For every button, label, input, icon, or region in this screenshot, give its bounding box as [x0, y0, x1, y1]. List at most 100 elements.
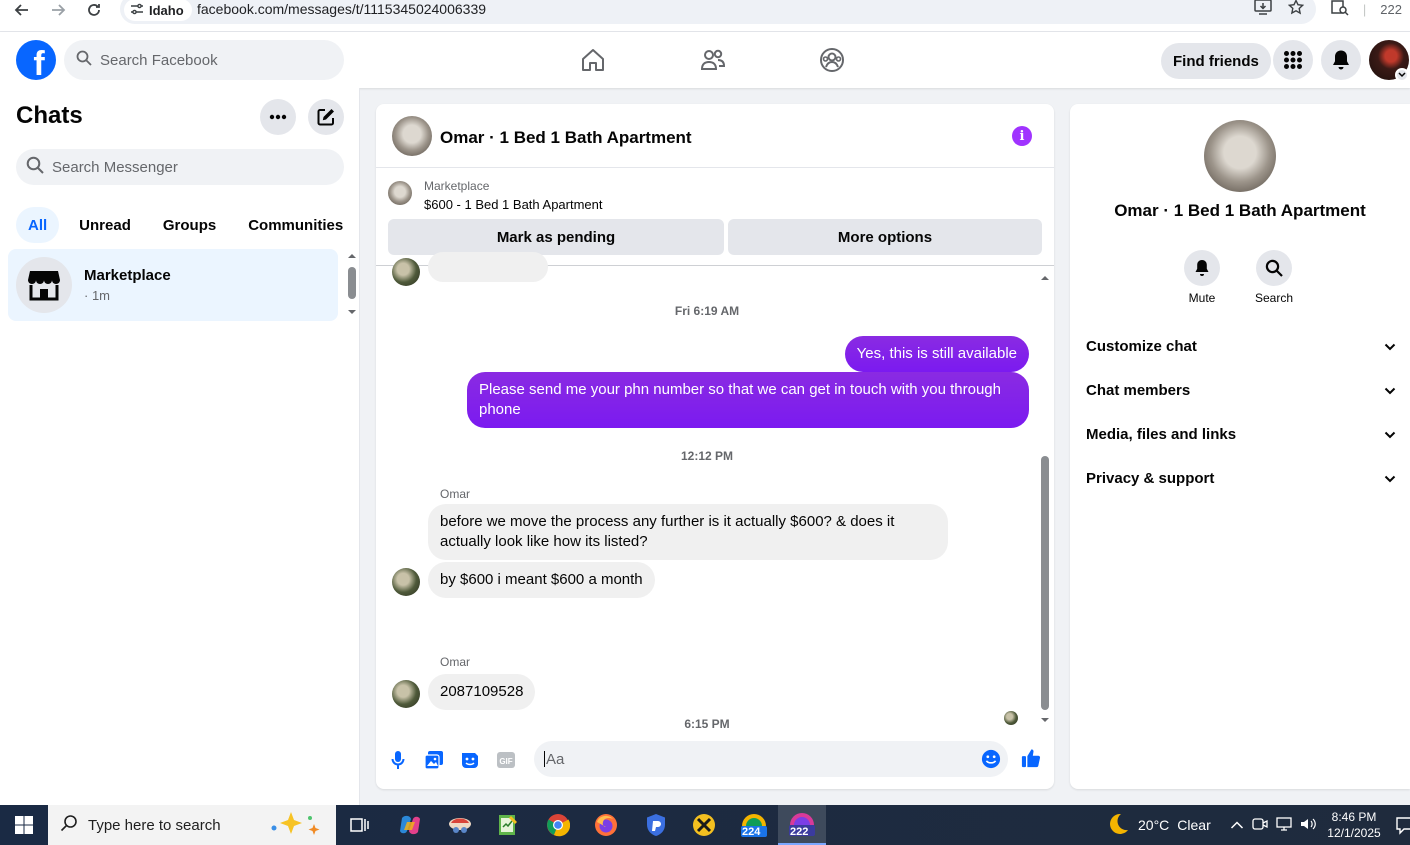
scrollbar-thumb[interactable] — [1041, 456, 1049, 710]
customize-chat-section[interactable]: Customize chat — [1086, 334, 1396, 358]
media-files-links-section[interactable]: Media, files and links — [1086, 422, 1396, 446]
chevron-down-icon — [1384, 382, 1396, 399]
filter-groups[interactable]: Groups — [151, 207, 228, 243]
bell-icon — [1184, 250, 1220, 286]
facebook-logo-icon[interactable]: f — [16, 40, 56, 80]
incoming-message[interactable]: 2087109528 — [428, 674, 536, 710]
volume-icon[interactable] — [1300, 817, 1316, 834]
messenger-search-input[interactable]: Search Messenger — [16, 149, 344, 185]
taskbar-app-icon[interactable] — [436, 805, 484, 845]
search-icon — [1256, 250, 1292, 286]
search-in-conversation-button[interactable]: Search — [1244, 250, 1304, 305]
sender-avatar[interactable] — [392, 680, 420, 708]
install-app-icon[interactable] — [1254, 0, 1272, 19]
listing-photo[interactable] — [1204, 120, 1276, 192]
meet-now-icon[interactable] — [1252, 817, 1268, 834]
conversation-info-panel: Omar · 1 Bed 1 Bath Apartment Mute Searc… — [1070, 104, 1410, 789]
task-view-icon[interactable] — [336, 805, 384, 845]
outgoing-message[interactable]: Please send me your phn number so that w… — [467, 372, 1029, 428]
photo-icon[interactable] — [424, 750, 444, 770]
message-input-placeholder: Aa — [546, 750, 565, 768]
site-info-chip[interactable]: Idaho — [124, 0, 192, 21]
conversation-title[interactable]: Omar · 1 Bed 1 Bath Apartment — [440, 128, 692, 148]
sender-avatar[interactable] — [392, 258, 420, 286]
sender-name: Omar — [440, 655, 470, 669]
gif-icon[interactable]: GIF — [496, 750, 516, 770]
filter-unread[interactable]: Unread — [67, 207, 143, 243]
more-options-button[interactable]: More options — [728, 219, 1042, 255]
chevron-down-icon[interactable] — [1395, 68, 1409, 82]
clock[interactable]: 8:46 PM 12/1/2025 — [1322, 809, 1386, 841]
taskbar-search-input[interactable]: Type here to search — [48, 805, 336, 845]
facebook-search-placeholder: Search Facebook — [100, 51, 218, 69]
address-bar[interactable]: Idaho facebook.com/messages/t/1115345024… — [120, 0, 1316, 24]
notification-center-icon[interactable] — [1396, 815, 1410, 840]
sender-name: Omar — [440, 487, 470, 501]
message-input[interactable]: Aa — [534, 741, 1008, 777]
bookmark-star-icon[interactable] — [1287, 0, 1305, 19]
sender-avatar[interactable] — [392, 568, 420, 596]
incoming-message[interactable]: before we move the process any further i… — [428, 504, 948, 560]
section-label: Customize chat — [1086, 337, 1197, 355]
reload-icon[interactable] — [80, 0, 108, 20]
windows-start-icon[interactable] — [0, 805, 48, 845]
more-options-icon[interactable] — [260, 99, 296, 135]
facebook-top-nav: f Search Facebook Find friends — [0, 32, 1410, 88]
mute-label: Mute — [1188, 291, 1216, 305]
friends-icon[interactable] — [699, 46, 727, 74]
incoming-message[interactable]: by $600 i meant $600 a month — [428, 562, 655, 598]
info-icon[interactable]: i — [1012, 126, 1032, 146]
search-label: Search — [1254, 291, 1294, 305]
chevron-up-icon[interactable] — [1230, 818, 1244, 833]
notifications-bell-icon[interactable] — [1321, 40, 1361, 80]
find-friends-button[interactable]: Find friends — [1161, 43, 1271, 79]
profile-count[interactable]: 222 — [1380, 2, 1402, 17]
sticker-icon[interactable] — [460, 750, 480, 770]
conversation-header: Omar · 1 Bed 1 Bath Apartment i — [376, 104, 1054, 168]
copilot-icon[interactable] — [386, 805, 434, 845]
new-message-icon[interactable] — [308, 99, 344, 135]
home-icon[interactable] — [579, 46, 607, 74]
thumbs-up-icon[interactable] — [1021, 748, 1041, 768]
chrome-profile-222-icon[interactable]: 222 — [778, 805, 826, 845]
temperature-label: 20°C — [1138, 817, 1170, 833]
listing-mini-thumbnail[interactable] — [388, 181, 412, 205]
svg-text:GIF: GIF — [499, 757, 512, 766]
menu-grid-icon[interactable] — [1273, 40, 1313, 80]
back-icon[interactable] — [8, 0, 36, 20]
tab-search-icon[interactable] — [1331, 0, 1349, 19]
chat-list-item[interactable]: Marketplace · 1m — [8, 249, 338, 321]
url-text[interactable]: facebook.com/messages/t/1115345024006339 — [197, 1, 486, 17]
sidebar-scrollbar[interactable] — [345, 251, 359, 317]
chrome-browser-icon[interactable] — [534, 805, 582, 845]
x-app-icon[interactable] — [680, 805, 728, 845]
microphone-icon[interactable] — [388, 750, 408, 770]
outgoing-message[interactable]: Yes, this is still available — [844, 336, 1029, 372]
firefox-browser-icon[interactable] — [582, 805, 630, 845]
message-composer: GIF Aa — [376, 740, 1054, 780]
shield-app-icon[interactable] — [632, 805, 680, 845]
listing-thumbnail[interactable] — [392, 116, 432, 156]
facebook-search-input[interactable]: Search Facebook — [64, 40, 344, 80]
weather-widget[interactable]: 20°C Clear — [1106, 805, 1211, 845]
filter-all[interactable]: All — [16, 207, 60, 243]
mark-as-pending-button[interactable]: Mark as pending — [388, 219, 724, 255]
listing-title[interactable]: $600 - 1 Bed 1 Bath Apartment — [424, 197, 603, 212]
message-timestamp: 12:12 PM — [680, 449, 734, 463]
privacy-support-section[interactable]: Privacy & support — [1086, 466, 1396, 490]
forward-icon[interactable] — [44, 0, 72, 20]
notepad-app-icon[interactable] — [484, 805, 532, 845]
chat-members-section[interactable]: Chat members — [1086, 378, 1396, 402]
location-chip-label: Idaho — [149, 2, 184, 18]
text-caret — [544, 751, 545, 767]
groups-icon[interactable] — [818, 46, 846, 74]
system-tray — [1230, 805, 1316, 845]
search-icon — [60, 814, 78, 836]
chats-heading: Chats — [16, 102, 83, 129]
chrome-profile-224-icon[interactable]: 224 — [730, 805, 778, 845]
network-icon[interactable] — [1276, 816, 1292, 834]
section-label: Media, files and links — [1086, 425, 1237, 443]
mute-button[interactable]: Mute — [1172, 250, 1232, 305]
filter-communities[interactable]: Communities — [236, 207, 355, 243]
emoji-icon[interactable] — [981, 749, 1001, 769]
